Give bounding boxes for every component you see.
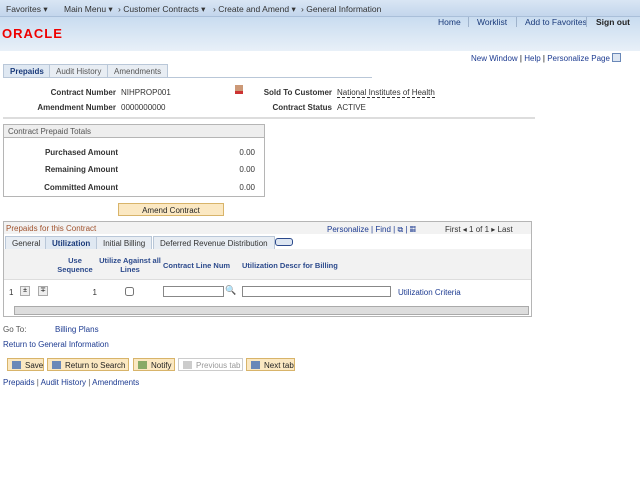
- purchased-amount: 0.00: [239, 148, 255, 157]
- breadcrumb-2[interactable]: › Create and Amend ▾: [213, 4, 296, 15]
- divider: [3, 117, 535, 119]
- grid-title: Prepaids for this Contract: [6, 224, 97, 233]
- tab-divider: [3, 77, 372, 78]
- remaining-label: Remaining Amount: [44, 165, 118, 174]
- prev-row-icon[interactable]: ◂: [463, 225, 467, 234]
- sign-out-link[interactable]: Sign out: [596, 17, 630, 27]
- committed-amount: 0.00: [239, 183, 255, 192]
- horizontal-scrollbar[interactable]: [14, 306, 529, 315]
- totals-title: Contract Prepaid Totals: [4, 125, 264, 138]
- notify-icon: [138, 361, 147, 369]
- col-utilize-all-lines: Utilize Against all Lines: [99, 256, 161, 274]
- grid-tab-deferred-revenue[interactable]: Deferred Revenue Distribution: [153, 236, 275, 249]
- col-use-sequence: Use Sequence: [57, 256, 93, 274]
- footer-audit-history-link[interactable]: Audit History: [41, 378, 86, 387]
- favorites-menu[interactable]: Favorites ▾: [6, 4, 48, 15]
- personalize-page-link[interactable]: Personalize Page: [547, 54, 610, 63]
- insert-row-icon[interactable]: ±: [20, 286, 30, 296]
- goto-label: Go To:: [3, 325, 27, 334]
- worklist-link[interactable]: Worklist: [477, 17, 507, 27]
- contract-number: NIHPROP001: [121, 88, 171, 97]
- sold-to-customer[interactable]: National Institutes of Health: [337, 88, 435, 98]
- save-button[interactable]: Save: [7, 358, 44, 371]
- amendment-number-label: Amendment Number: [37, 103, 116, 112]
- last-link[interactable]: Last: [498, 225, 513, 234]
- download-icon[interactable]: ▦: [410, 225, 416, 234]
- purchased-label: Purchased Amount: [44, 148, 118, 157]
- sold-to-label: Sold To Customer: [263, 88, 332, 97]
- col-util-descr: Utilization Descr for Billing: [242, 261, 338, 270]
- tab-prepaids[interactable]: Prepaids: [3, 64, 51, 77]
- utilize-all-lines-checkbox[interactable]: [125, 287, 134, 296]
- breadcrumb-1[interactable]: › Customer Contracts ▾: [118, 4, 205, 15]
- tab-amendments[interactable]: Amendments: [107, 64, 169, 77]
- grid-tab-initial-billing[interactable]: Initial Billing: [96, 236, 153, 249]
- help-link[interactable]: Help: [524, 54, 540, 63]
- status-label: Contract Status: [272, 103, 332, 112]
- util-descr-input[interactable]: [242, 286, 391, 297]
- billing-plans-link[interactable]: Billing Plans: [55, 325, 99, 334]
- header: Home Worklist Add to Favorites Sign out: [0, 17, 640, 51]
- previous-tab-icon: [183, 361, 192, 369]
- return-to-search-button[interactable]: Return to Search: [47, 358, 129, 371]
- next-tab-button[interactable]: Next tab: [246, 358, 295, 371]
- footer-amendments-link[interactable]: Amendments: [92, 378, 139, 387]
- footer-prepaids-link[interactable]: Prepaids: [3, 378, 35, 387]
- use-sequence-value: 1: [92, 288, 97, 297]
- row-number: 1: [9, 288, 14, 297]
- breadcrumb-3[interactable]: › General Information: [301, 4, 381, 14]
- notify-button[interactable]: Notify: [133, 358, 175, 371]
- grid-personalize-link[interactable]: Personalize: [327, 225, 369, 234]
- return-general-info-link[interactable]: Return to General Information: [3, 340, 109, 349]
- grid-tab-general[interactable]: General: [5, 236, 48, 249]
- remaining-amount: 0.00: [239, 165, 255, 174]
- page-bar: New Window | Help | Personalize Page: [471, 53, 622, 63]
- amendment-number: 0000000000: [121, 103, 166, 112]
- contract-line-num-input[interactable]: [163, 286, 224, 297]
- col-contract-line-num: Contract Line Num: [163, 261, 231, 270]
- layout-icon[interactable]: [612, 53, 622, 62]
- new-window-link[interactable]: New Window: [471, 54, 518, 63]
- show-all-columns-icon[interactable]: [275, 238, 293, 246]
- utilization-criteria-link[interactable]: Utilization Criteria: [398, 288, 461, 297]
- view-all-icon[interactable]: ⧉: [397, 225, 403, 234]
- next-tab-icon: [251, 361, 260, 369]
- main-menu[interactable]: Main Menu ▾: [64, 4, 113, 15]
- lookup-icon[interactable]: 🔍: [225, 285, 236, 296]
- nav-bar: Favorites ▾ Main Menu ▾ › Customer Contr…: [0, 0, 640, 17]
- grid-tab-utilization[interactable]: Utilization: [45, 236, 98, 249]
- previous-tab-button[interactable]: Previous tab: [178, 358, 243, 371]
- next-row-icon[interactable]: ▸: [491, 225, 495, 234]
- tab-audit-history[interactable]: Audit History: [49, 64, 109, 77]
- grid-find-link[interactable]: Find: [375, 225, 391, 234]
- add-favorites-link[interactable]: Add to Favorites: [525, 17, 587, 27]
- committed-label: Committed Amount: [44, 183, 118, 192]
- save-icon: [12, 361, 21, 369]
- first-link[interactable]: First: [445, 225, 461, 234]
- amend-contract-button[interactable]: Amend Contract: [118, 203, 224, 216]
- contract-number-label: Contract Number: [50, 88, 116, 97]
- home-link[interactable]: Home: [438, 17, 461, 27]
- contract-status: ACTIVE: [337, 103, 366, 112]
- row-count: 1 of 1: [469, 225, 490, 234]
- oracle-logo: ORACLE: [2, 26, 63, 41]
- search-icon: [52, 361, 61, 369]
- delete-row-icon[interactable]: ∓: [38, 286, 48, 296]
